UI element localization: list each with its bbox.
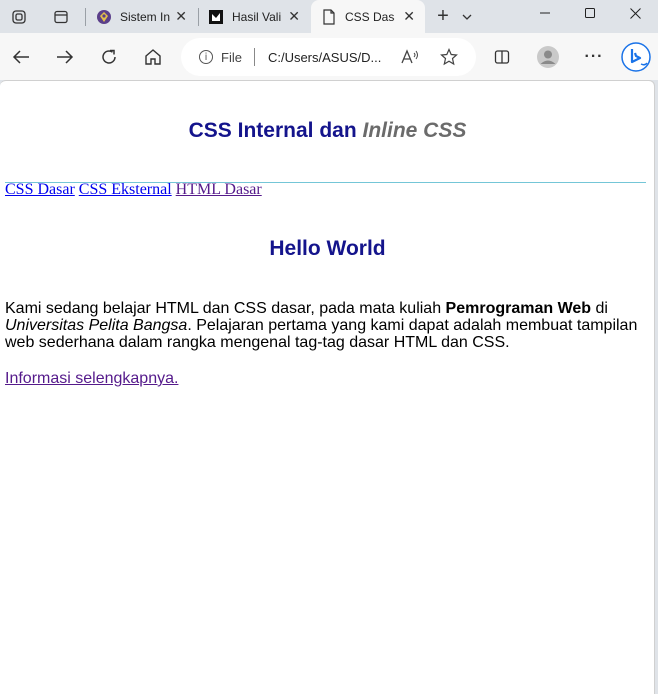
more-options-icon[interactable]: ··· (580, 33, 608, 80)
para-bold: Pemrograman Web (445, 300, 592, 317)
page-content: CSS Internal dan Inline CSS CSS Dasar CSS… (0, 80, 655, 694)
close-icon[interactable]: ✕ (288, 8, 300, 25)
tab-title: Sistem In (120, 9, 170, 24)
workspaces-icon[interactable] (6, 0, 32, 33)
tab-title: CSS Dasa (345, 9, 395, 24)
para-text-2: di (591, 300, 608, 317)
home-icon[interactable] (138, 33, 168, 80)
link-html-dasar[interactable]: HTML Dasar (176, 181, 262, 198)
scheme-label: File (221, 49, 242, 65)
back-icon[interactable] (6, 33, 36, 80)
validator-icon (208, 9, 224, 25)
split-screen-icon[interactable] (488, 33, 516, 80)
nav-links: CSS Dasar CSS Eksternal HTML Dasar (5, 181, 266, 199)
profile-avatar-icon[interactable] (533, 33, 563, 80)
refresh-icon[interactable] (94, 33, 124, 80)
tab-css-dasar[interactable]: CSS Dasa ✕ (311, 0, 425, 33)
tab-hasil[interactable]: Hasil Vali ✕ (198, 0, 310, 33)
address-divider (253, 48, 255, 66)
page-icon (321, 8, 337, 25)
body-paragraph: Kami sedang belajar HTML dan CSS dasar, … (5, 300, 645, 351)
title-main: CSS Internal dan (188, 119, 363, 142)
para-text-1: Kami sedang belajar HTML dan CSS dasar, … (5, 300, 446, 317)
bing-copilot-icon[interactable] (618, 33, 654, 80)
maximize-icon[interactable] (575, 0, 605, 26)
chevron-down-icon[interactable] (457, 0, 477, 33)
address-bar[interactable]: i File C:/Users/ASUS/D... (181, 38, 476, 76)
forward-icon[interactable] (50, 33, 80, 80)
minimize-icon[interactable] (530, 0, 560, 26)
read-aloud-icon[interactable] (396, 33, 424, 80)
link-css-dasar[interactable]: CSS Dasar (5, 181, 75, 198)
hello-heading: Hello World (269, 237, 386, 260)
close-icon[interactable]: ✕ (403, 8, 415, 25)
link-css-eksternal[interactable]: CSS Eksternal (79, 181, 172, 198)
tab-sistem[interactable]: Sistem In ✕ (86, 0, 197, 33)
close-icon[interactable]: ✕ (175, 8, 187, 25)
university-logo-icon (96, 9, 112, 25)
navigation-bar: i File C:/Users/ASUS/D... ··· (0, 33, 658, 80)
title-italic: Inline CSS (362, 119, 467, 142)
close-window-icon[interactable] (620, 0, 650, 26)
more-info-link[interactable]: Informasi selengkapnya. (5, 370, 178, 388)
new-tab-icon[interactable]: + (430, 0, 456, 33)
info-icon[interactable]: i (199, 50, 213, 64)
para-italic: Universitas Pelita Bangsa (5, 317, 188, 334)
tab-bar: Sistem In ✕ Hasil Vali ✕ CSS Dasa ✕ + (0, 0, 658, 33)
url-text[interactable]: C:/Users/ASUS/D... (268, 50, 381, 65)
tab-title: Hasil Vali (232, 9, 282, 24)
page-title: CSS Internal dan Inline CSS (0, 119, 654, 143)
favorite-star-icon[interactable] (435, 33, 463, 80)
tab-actions-icon[interactable] (48, 0, 74, 33)
